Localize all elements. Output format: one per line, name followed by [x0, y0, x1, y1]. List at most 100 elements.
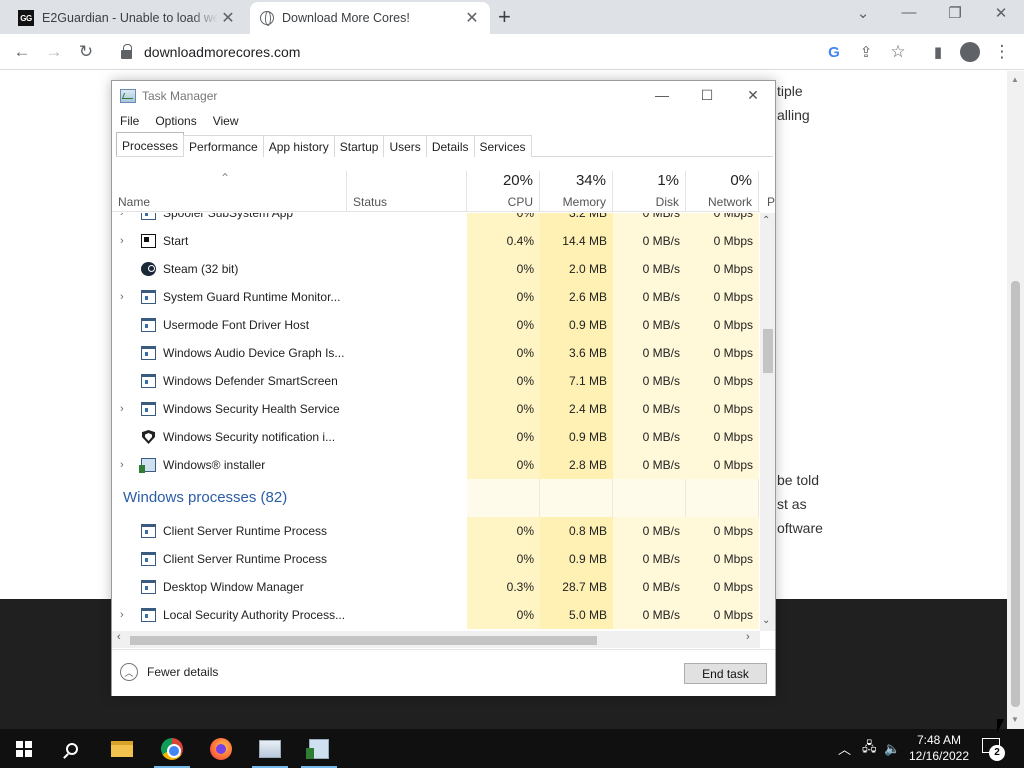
process-row[interactable]: › Windows® installer 0% 2.8 MB 0 MB/s 0 Mbps: [112, 451, 760, 479]
fewer-details-button[interactable]: ︿ Fewer details: [120, 663, 218, 681]
google-lens-icon[interactable]: G: [822, 40, 846, 64]
restore-icon[interactable]: ❐: [932, 4, 978, 22]
firefox-taskbar-button[interactable]: [197, 729, 245, 768]
installer-taskbar-button[interactable]: [295, 729, 343, 768]
chrome-taskbar-button[interactable]: [148, 729, 196, 768]
column-network-label: Network: [707, 195, 752, 209]
tab-e2guardian[interactable]: GG E2Guardian - Unable to load web ✕: [8, 2, 246, 34]
tab-app-history[interactable]: App history: [262, 135, 335, 157]
expand-chevron-icon[interactable]: ›: [120, 601, 124, 629]
expand-chevron-icon[interactable]: ›: [120, 283, 124, 311]
new-tab-button[interactable]: +: [498, 6, 511, 28]
process-row[interactable]: › Windows Security Health Service 0% 2.4 MB…: [112, 395, 760, 423]
expand-chevron-icon[interactable]: ›: [120, 227, 124, 255]
profile-avatar-icon[interactable]: [958, 40, 982, 64]
minimize-icon[interactable]: —: [886, 4, 932, 21]
scroll-up-icon[interactable]: ▲: [1011, 75, 1019, 84]
file-explorer-button[interactable]: [98, 729, 146, 768]
column-memory[interactable]: 34% Memory: [540, 171, 613, 212]
tab-startup[interactable]: Startup: [333, 135, 385, 157]
task-manager-titlebar[interactable]: Task Manager — ☐ ✕: [112, 81, 775, 111]
column-cpu[interactable]: 20% CPU: [467, 171, 540, 212]
search-button[interactable]: [48, 729, 96, 768]
process-row[interactable]: Windows Security notification i... 0% 0.9 …: [112, 423, 760, 451]
process-row[interactable]: › System Guard Runtime Monitor... 0% 2.6 MB…: [112, 283, 760, 311]
scroll-right-icon[interactable]: ›: [746, 631, 750, 643]
expand-chevron-icon[interactable]: ›: [120, 213, 124, 227]
disk-value: 0 MB/s: [613, 227, 686, 255]
menu-view[interactable]: View: [205, 111, 247, 133]
bookmark-star-icon[interactable]: ☆: [886, 40, 910, 64]
column-status[interactable]: Status: [347, 171, 467, 212]
tab-search-icon[interactable]: ⌄: [840, 4, 886, 22]
process-row[interactable]: › Local Security Authority Process... 0% 5.…: [112, 601, 760, 629]
tab-services[interactable]: Services: [473, 135, 532, 157]
close-icon[interactable]: ✕: [738, 87, 768, 104]
end-task-button[interactable]: End task: [684, 663, 767, 684]
process-row[interactable]: › Start 0.4% 14.4 MB 0 MB/s 0 Mbps: [112, 227, 760, 255]
column-network[interactable]: 0% Network: [686, 171, 759, 212]
process-row[interactable]: Usermode Font Driver Host 0% 0.9 MB 0 MB/s 0…: [112, 311, 760, 339]
mouse-cursor-icon: [997, 719, 1004, 733]
back-icon[interactable]: ←: [10, 40, 34, 64]
start-button[interactable]: [0, 729, 48, 768]
window-icon: [141, 580, 156, 594]
tab-bar: Processes Performance App history Startu…: [116, 132, 773, 157]
chrome-menu-icon[interactable]: ⋮: [990, 40, 1014, 64]
network-total: 0%: [730, 172, 752, 189]
page-scrollbar-thumb[interactable]: [1011, 281, 1020, 707]
tab-details[interactable]: Details: [425, 135, 475, 157]
network-icon[interactable]: 🖧: [862, 729, 877, 768]
tab-processes[interactable]: Processes: [116, 132, 185, 156]
scroll-left-icon[interactable]: ‹: [117, 631, 121, 643]
reload-icon[interactable]: ↻: [74, 40, 98, 64]
show-hidden-icons-icon[interactable]: ︿: [838, 729, 851, 768]
memory-value: 14.4 MB: [540, 227, 613, 255]
disk-value: 0 MB/s: [613, 339, 686, 367]
process-row[interactable]: Steam (32 bit) 0% 2.0 MB 0 MB/s 0 Mbps: [112, 255, 760, 283]
tab-download-more-cores[interactable]: Download More Cores! ✕: [250, 2, 490, 34]
column-power[interactable]: P: [759, 171, 775, 212]
menu-options[interactable]: Options: [147, 111, 204, 133]
scroll-down-icon[interactable]: ⌄: [762, 615, 770, 626]
process-scrollbar-thumb[interactable]: [763, 329, 773, 373]
expand-chevron-icon[interactable]: ›: [120, 451, 124, 479]
close-tab-icon[interactable]: ✕: [462, 8, 482, 28]
forward-icon[interactable]: →: [42, 40, 66, 64]
scroll-up-icon[interactable]: ⌃: [762, 215, 770, 226]
column-disk[interactable]: 1% Disk: [613, 171, 686, 212]
page-scrollbar[interactable]: ▲ ▼: [1007, 71, 1024, 729]
side-panel-icon[interactable]: ▮: [926, 40, 950, 64]
process-row[interactable]: Client Server Runtime Process 0% 0.9 MB 0 M…: [112, 545, 760, 573]
menu-file[interactable]: File: [112, 111, 147, 133]
process-row[interactable]: Windows Defender SmartScreen 0% 7.1 MB 0 MB…: [112, 367, 760, 395]
process-list-scrollbar[interactable]: ⌃ ⌄: [760, 213, 775, 631]
process-row[interactable]: Client Server Runtime Process 0% 0.8 MB 0 M…: [112, 517, 760, 545]
horizontal-scrollbar-thumb[interactable]: [130, 636, 597, 645]
expand-chevron-icon[interactable]: ›: [120, 395, 124, 423]
horizontal-scrollbar[interactable]: ‹ ›: [112, 631, 760, 648]
process-row[interactable]: Windows Audio Device Graph Is... 0% 3.6 MB…: [112, 339, 760, 367]
close-tab-icon[interactable]: ✕: [218, 8, 238, 28]
system-clock[interactable]: 7:48 AM 12/16/2022: [900, 732, 978, 764]
firefox-icon: [210, 737, 232, 760]
tab-performance[interactable]: Performance: [183, 135, 264, 157]
share-icon[interactable]: ⇪: [854, 40, 878, 64]
volume-icon[interactable]: 🔈: [884, 729, 900, 768]
cpu-value: 0%: [467, 283, 540, 311]
maximize-icon[interactable]: ☐: [692, 87, 722, 104]
lock-icon[interactable]: [120, 44, 134, 60]
windows-logo-icon: [16, 740, 32, 757]
memory-value: 2.0 MB: [540, 255, 613, 283]
process-group-heading[interactable]: Windows processes (82): [112, 479, 760, 517]
browser-tab-strip: GG E2Guardian - Unable to load web ✕ Dow…: [0, 0, 1024, 34]
task-manager-taskbar-button[interactable]: [246, 729, 294, 768]
close-window-icon[interactable]: ✕: [978, 4, 1024, 22]
address-bar[interactable]: downloadmorecores.com: [108, 38, 808, 66]
process-row[interactable]: › Spooler SubSystem App 0% 3.2 MB 0 MB/s 0 Mb…: [112, 213, 760, 227]
minimize-icon[interactable]: —: [647, 87, 677, 103]
column-name[interactable]: Name: [112, 171, 347, 212]
scroll-down-icon[interactable]: ▼: [1011, 715, 1019, 724]
process-row[interactable]: Desktop Window Manager 0.3% 28.7 MB 0 MB/s 0…: [112, 573, 760, 601]
tab-users[interactable]: Users: [383, 135, 427, 157]
